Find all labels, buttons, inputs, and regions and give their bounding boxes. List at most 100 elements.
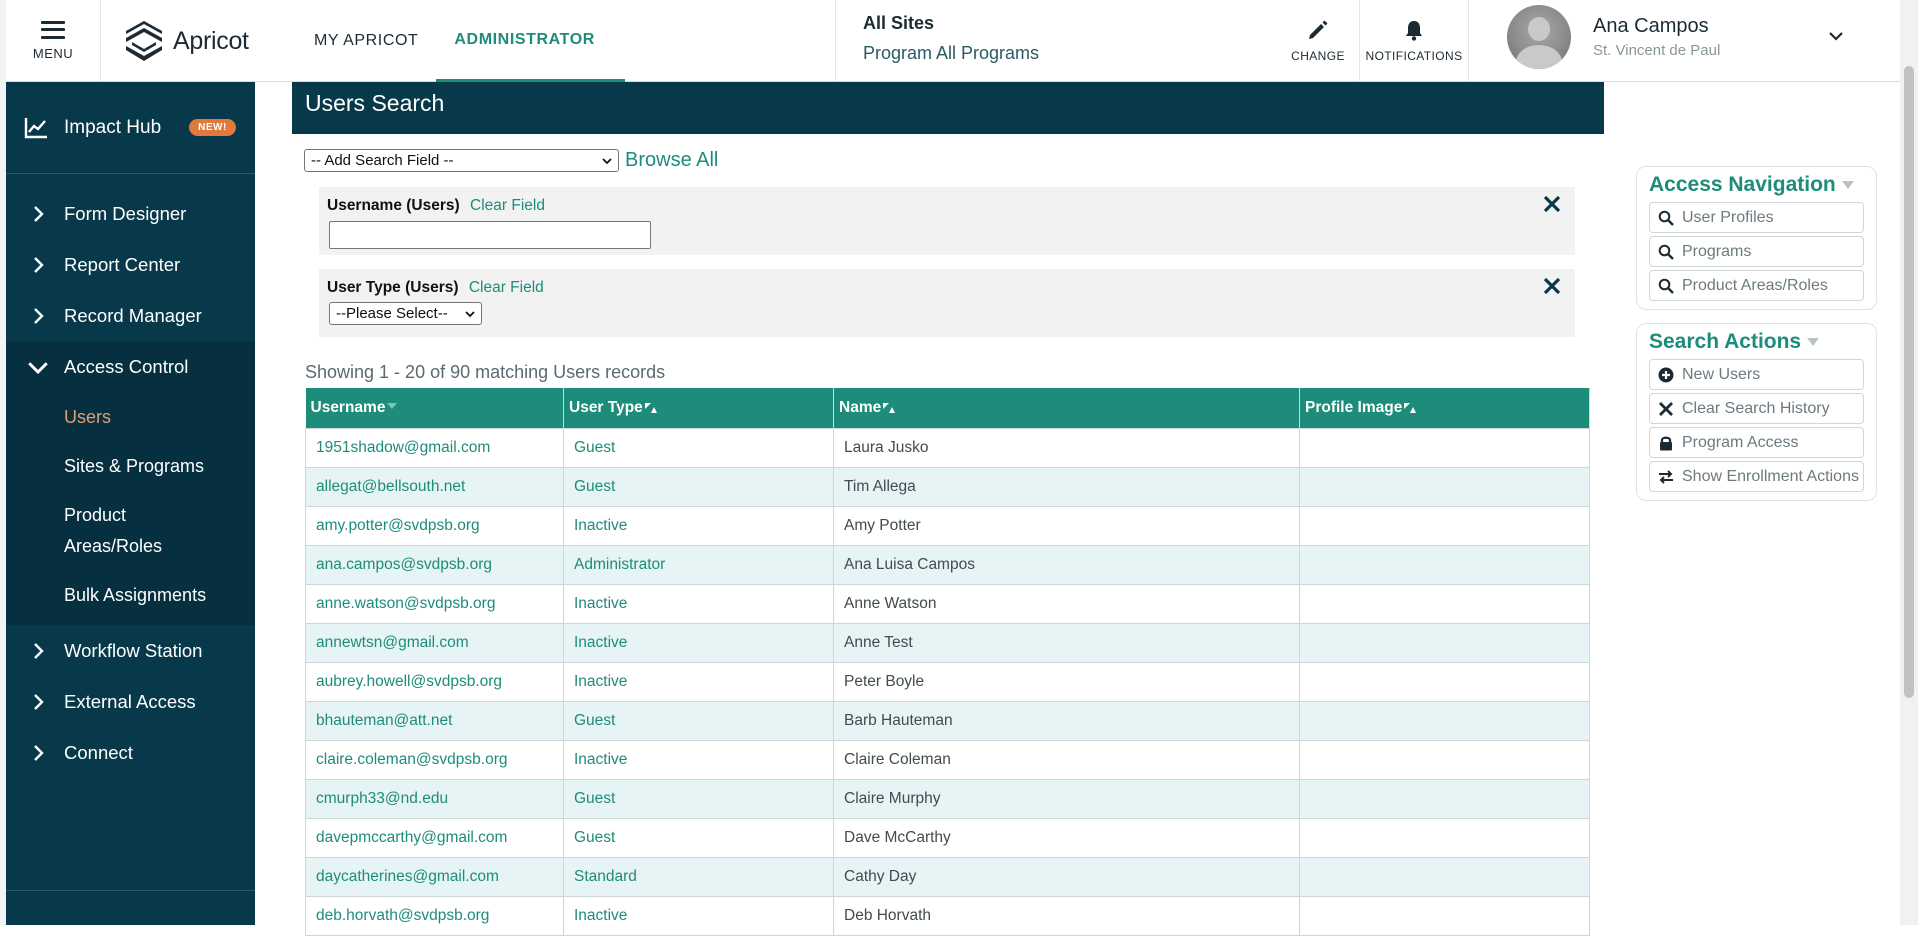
panel-title-text: Search Actions [1649, 330, 1802, 353]
user-type-select-value: --Please Select-- [336, 305, 448, 322]
column-header-profile-image[interactable]: Profile Image [1299, 388, 1590, 428]
line-chart-icon [24, 117, 47, 138]
column-header-label: Username [310, 398, 386, 416]
close-icon[interactable] [1541, 275, 1563, 297]
search-field-username: Username (Users) Clear Field [319, 187, 1575, 255]
profile-image-cell [1299, 661, 1590, 702]
program-access-button[interactable]: Program Access [1649, 427, 1864, 458]
panel-title[interactable]: Access Navigation [1649, 171, 1864, 199]
username-input[interactable] [329, 221, 651, 249]
table-row[interactable]: claire.coleman@svdpsb.org Inactive Claire … [305, 739, 1590, 780]
table-row[interactable]: cmurph33@nd.edu Guest Claire Murphy [305, 778, 1590, 819]
sidebar-subitem-bulk-assignments[interactable]: Bulk Assignments [64, 568, 255, 623]
table-row[interactable]: davepmccarthy@gmail.com Guest Dave McCarth… [305, 817, 1590, 858]
username-cell[interactable]: bhauteman@att.net [305, 700, 564, 741]
user-type-cell[interactable]: Guest [563, 778, 834, 819]
sidebar-subitem-sites-programs[interactable]: Sites & Programs [64, 439, 255, 494]
table-row[interactable]: ana.campos@svdpsb.org Administrator Ana Lu… [305, 544, 1590, 585]
table-row[interactable]: aubrey.howell@svdpsb.org Inactive Peter Bo… [305, 661, 1590, 702]
menu-button[interactable]: MENU [6, 0, 101, 81]
user-type-cell[interactable]: Inactive [563, 583, 834, 624]
table-row[interactable]: deb.horvath@svdpsb.org Inactive Deb Horvat… [305, 895, 1590, 936]
tab-my-apricot[interactable]: MY APRICOT [296, 0, 436, 82]
change-button[interactable]: CHANGE [1278, 0, 1358, 82]
table-row[interactable]: bhauteman@att.net Guest Barb Hauteman [305, 700, 1590, 741]
column-header-label: User Type [569, 398, 643, 416]
clear-field-link[interactable]: Clear Field [470, 197, 545, 214]
username-cell[interactable]: claire.coleman@svdpsb.org [305, 739, 564, 780]
lock-icon [1660, 436, 1672, 450]
sidebar-item-external-access[interactable]: External Access [6, 676, 255, 727]
column-header-user-type[interactable]: User Type [563, 388, 834, 428]
username-cell[interactable]: daycatherines@gmail.com [305, 856, 564, 897]
username-cell[interactable]: cmurph33@nd.edu [305, 778, 564, 819]
add-search-field-select[interactable]: -- Add Search Field -- [304, 149, 619, 172]
browse-all-link[interactable]: Browse All [625, 149, 718, 172]
notifications-button[interactable]: NOTIFICATIONS [1359, 0, 1469, 82]
column-header-name[interactable]: Name [833, 388, 1300, 428]
clear-search-history-button[interactable]: Clear Search History [1649, 393, 1864, 424]
username-cell[interactable]: ana.campos@svdpsb.org [305, 544, 564, 585]
user-type-cell[interactable]: Guest [563, 466, 834, 507]
chevron-down-icon [28, 361, 48, 374]
scrollbar-thumb[interactable] [1904, 66, 1914, 698]
close-icon [1659, 401, 1673, 416]
username-cell[interactable]: anne.watson@svdpsb.org [305, 583, 564, 624]
user-profiles-button[interactable]: User Profiles [1649, 202, 1864, 233]
field-header: Username (Users) Clear Field [327, 197, 1567, 215]
sidebar-item-report-center[interactable]: Report Center [6, 239, 255, 290]
programs-button[interactable]: Programs [1649, 236, 1864, 267]
table-row[interactable]: amy.potter@svdpsb.org Inactive Amy Potter [305, 505, 1590, 546]
user-type-cell[interactable]: Guest [563, 700, 834, 741]
username-cell[interactable]: annewtsn@gmail.com [305, 622, 564, 663]
sidebar-item-workflow-station[interactable]: Workflow Station [6, 625, 255, 676]
user-type-cell[interactable]: Guest [563, 817, 834, 858]
sidebar-item-connect[interactable]: Connect [6, 727, 255, 778]
table-row[interactable]: 1951shadow@gmail.com Guest Laura Jusko [305, 427, 1590, 468]
user-type-cell[interactable]: Standard [563, 856, 834, 897]
username-cell[interactable]: davepmccarthy@gmail.com [305, 817, 564, 858]
sidebar-item-access-control[interactable]: Access Control [6, 341, 255, 392]
site-title: All Sites [863, 13, 935, 33]
new-users-button[interactable]: New Users [1649, 359, 1864, 390]
site-program-selector[interactable]: All Sites Program All Programs [835, 0, 1355, 82]
clear-field-link[interactable]: Clear Field [469, 279, 544, 296]
user-type-cell[interactable]: Inactive [563, 661, 834, 702]
user-type-cell[interactable]: Guest [563, 427, 834, 468]
chevron-down-icon[interactable] [1826, 26, 1846, 46]
sidebar-item-form-designer[interactable]: Form Designer [6, 188, 255, 239]
page-scrollbar[interactable] [1900, 0, 1918, 925]
dropdown-triangle-icon [1841, 181, 1854, 189]
panel-title[interactable]: Search Actions [1649, 328, 1864, 356]
user-type-cell[interactable]: Inactive [563, 505, 834, 546]
table-row[interactable]: anne.watson@svdpsb.org Inactive Anne Watso… [305, 583, 1590, 624]
username-cell[interactable]: deb.horvath@svdpsb.org [305, 895, 564, 936]
user-type-cell[interactable]: Inactive [563, 622, 834, 663]
table-row[interactable]: annewtsn@gmail.com Inactive Anne Test [305, 622, 1590, 663]
sidebar-item-record-manager[interactable]: Record Manager [6, 290, 255, 341]
table-row[interactable]: daycatherines@gmail.com Standard Cathy Day [305, 856, 1590, 897]
tab-administrator[interactable]: ADMINISTRATOR [436, 0, 625, 82]
table-row[interactable]: allegat@bellsouth.net Guest Tim Allega [305, 466, 1590, 507]
user-type-cell[interactable]: Inactive [563, 739, 834, 780]
username-cell[interactable]: 1951shadow@gmail.com [305, 427, 564, 468]
show-enrollment-actions-button[interactable]: Show Enrollment Actions [1649, 461, 1864, 492]
user-type-select[interactable]: --Please Select-- [329, 302, 482, 325]
column-header-username[interactable]: Username [305, 388, 564, 428]
chevron-down-icon [602, 157, 612, 164]
sidebar-subitem-users[interactable]: Users [64, 390, 255, 445]
sidebar-subitem-product-areas-roles[interactable]: Product Areas/Roles [64, 488, 255, 574]
product-areas-roles-button[interactable]: Product Areas/Roles [1649, 270, 1864, 301]
username-cell[interactable]: aubrey.howell@svdpsb.org [305, 661, 564, 702]
username-cell[interactable]: allegat@bellsouth.net [305, 466, 564, 507]
sidebar-item-impact-hub[interactable]: Impact Hub NEW! [6, 82, 255, 174]
apricot-logo[interactable]: Apricot [122, 18, 249, 64]
user-type-cell[interactable]: Inactive [563, 895, 834, 936]
username-cell[interactable]: amy.potter@svdpsb.org [305, 505, 564, 546]
panel-button-label: Program Access [1682, 433, 1799, 451]
bell-icon [1406, 21, 1422, 41]
user-type-cell[interactable]: Administrator [563, 544, 834, 585]
panel-button-label: Programs [1682, 242, 1752, 260]
user-menu[interactable]: Ana Campos St. Vincent de Paul [1507, 5, 1720, 69]
close-icon[interactable] [1541, 193, 1563, 215]
